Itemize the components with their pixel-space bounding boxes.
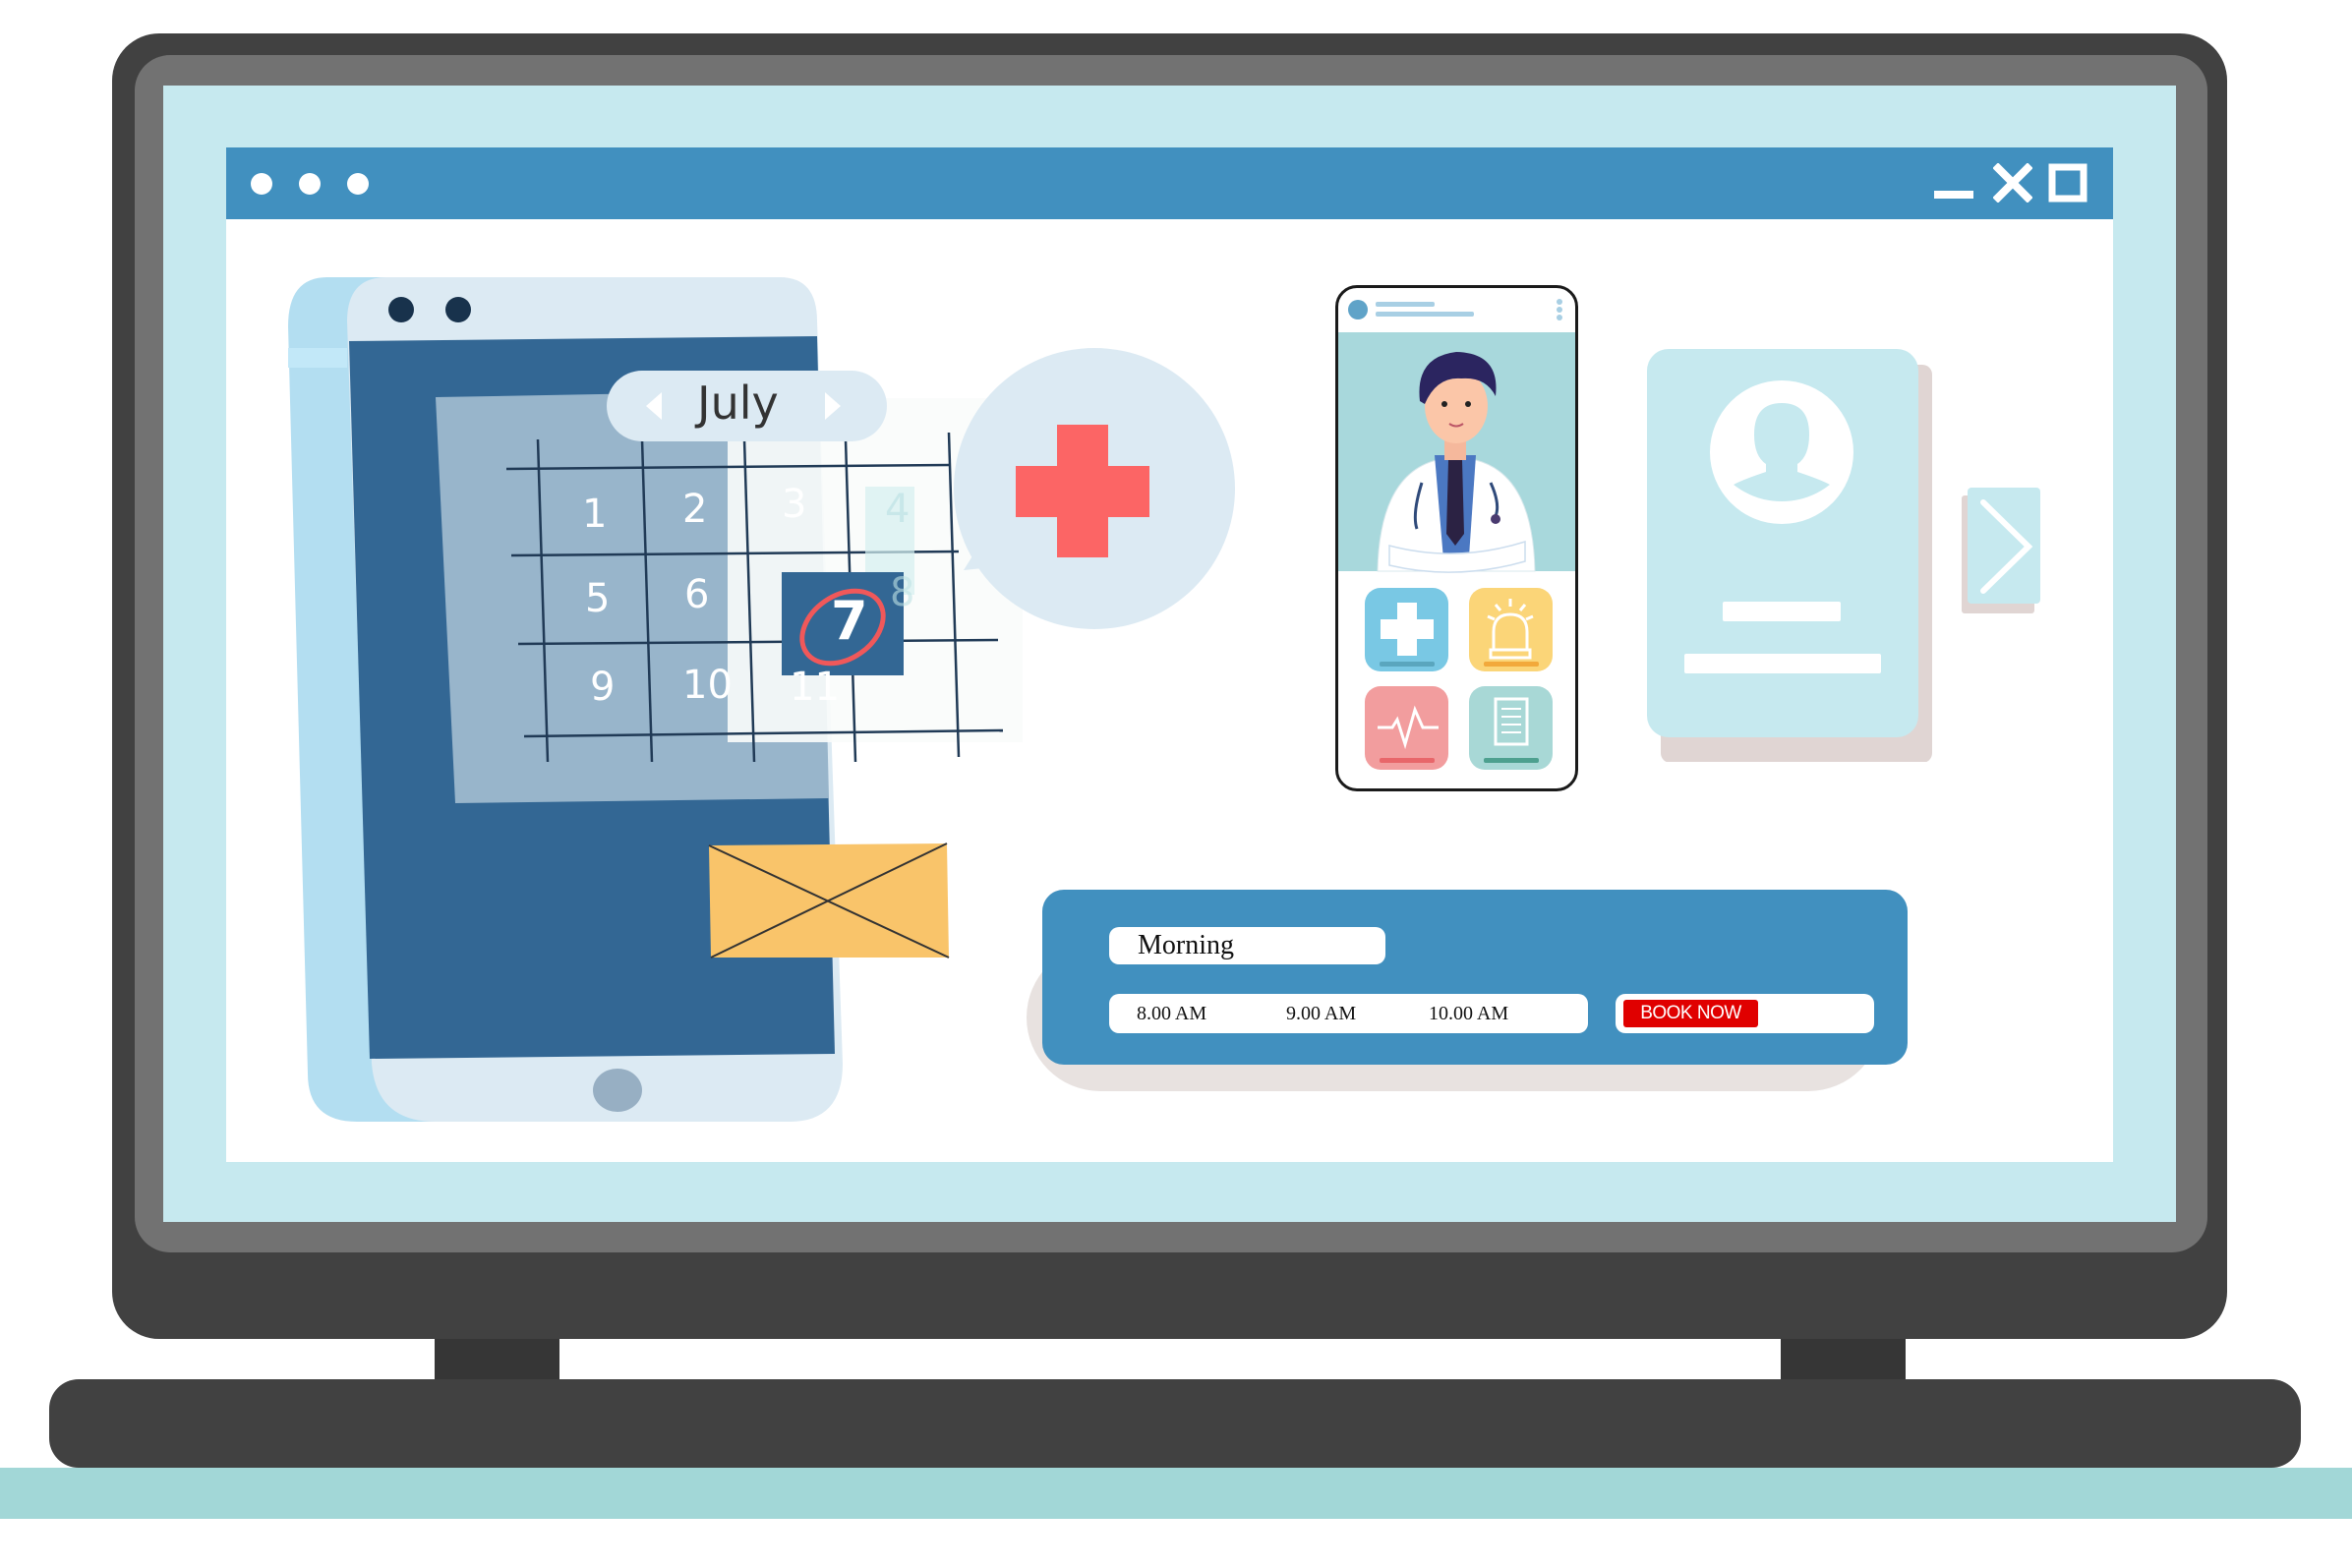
- medical-bubble: [954, 348, 1235, 629]
- month-selector: July: [607, 371, 887, 441]
- minimize-icon[interactable]: [1934, 163, 1973, 203]
- calendar-day[interactable]: 10: [682, 663, 733, 708]
- close-icon[interactable]: [1992, 162, 2033, 203]
- laptop-stand-left: [435, 1339, 559, 1382]
- patient-profile-card[interactable]: [1647, 349, 1942, 762]
- calendar-day[interactable]: 3: [782, 482, 806, 527]
- window-dot-icon[interactable]: [299, 173, 321, 195]
- booking-panel: Morning 8.00 AM 9.00 AM 10.00 AM BOOK NO…: [1042, 890, 1908, 1065]
- doctor-avatar-icon: [1348, 300, 1368, 319]
- time-slot[interactable]: 10.00 AM: [1429, 994, 1508, 1033]
- calendar-day[interactable]: 2: [682, 487, 707, 532]
- tile-heartbeat: [1365, 686, 1448, 770]
- calendar-day-faded[interactable]: 8: [890, 570, 914, 615]
- next-month-icon[interactable]: [825, 392, 841, 420]
- prev-month-icon[interactable]: [646, 392, 662, 420]
- next-arrow-button[interactable]: [1962, 488, 2045, 615]
- tile-alarm: [1469, 588, 1553, 671]
- book-container: BOOK NOW: [1616, 994, 1874, 1033]
- calendar-day[interactable]: 1: [582, 492, 607, 537]
- calendar-day[interactable]: 9: [590, 665, 615, 710]
- tablet-camera-icon: [388, 297, 414, 322]
- month-label: July: [697, 377, 779, 430]
- doctor-app-phone: [1335, 285, 1578, 791]
- maximize-icon[interactable]: [2048, 163, 2087, 203]
- selection-circle-icon: [799, 588, 886, 667]
- envelope-icon[interactable]: [706, 842, 952, 959]
- more-icon: [1557, 299, 1562, 305]
- window-titlebar: [226, 147, 2113, 219]
- tile-medical: [1365, 588, 1448, 671]
- calendar-day-faded[interactable]: 4: [885, 487, 910, 532]
- book-now-button[interactable]: BOOK NOW: [1623, 1000, 1758, 1027]
- tile-records: [1469, 686, 1553, 770]
- tablet-sensor-icon: [445, 297, 471, 322]
- home-button-icon: [593, 1069, 642, 1112]
- window-dot-icon[interactable]: [251, 173, 272, 195]
- calendar-day[interactable]: 6: [684, 572, 709, 617]
- window-dot-icon[interactable]: [347, 173, 369, 195]
- time-slots: 8.00 AM 9.00 AM 10.00 AM: [1109, 994, 1588, 1033]
- time-slot[interactable]: 8.00 AM: [1137, 994, 1206, 1033]
- period-select[interactable]: Morning: [1109, 927, 1385, 964]
- laptop-base: [49, 1379, 2301, 1468]
- time-slot[interactable]: 9.00 AM: [1286, 994, 1356, 1033]
- calendar-day[interactable]: 5: [585, 576, 610, 621]
- laptop-stand-right: [1781, 1339, 1906, 1382]
- calendar-day[interactable]: 11: [790, 665, 840, 710]
- ground-strip: [0, 1468, 2352, 1519]
